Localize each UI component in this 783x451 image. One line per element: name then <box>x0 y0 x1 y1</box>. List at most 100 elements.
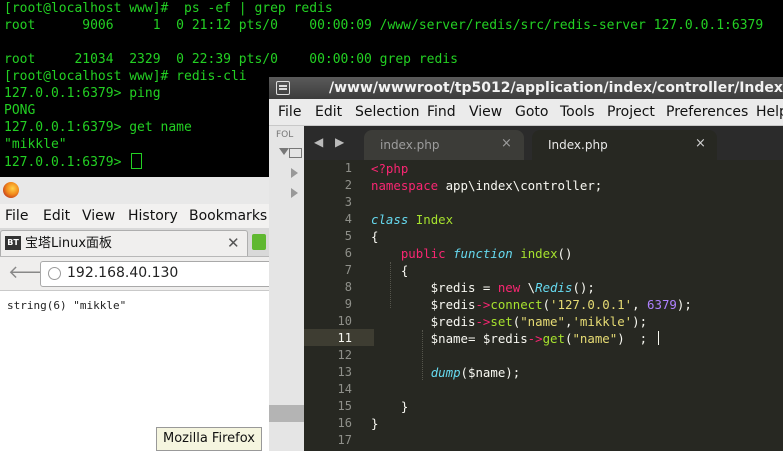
folder-collapsed-icon[interactable] <box>291 188 298 198</box>
line-number: 13 <box>337 365 352 379</box>
line-number: 11 <box>337 331 352 345</box>
code-token: } <box>371 416 379 431</box>
menu-view[interactable]: View <box>82 207 115 225</box>
terminal-line: "mikkle" <box>4 137 67 152</box>
tab-close-icon[interactable]: × <box>695 136 706 152</box>
second-tab-favicon-icon[interactable] <box>252 234 266 250</box>
line-number: 2 <box>344 178 352 192</box>
taskbar-tooltip: Mozilla Firefox <box>156 427 262 451</box>
tab-label: Index.php <box>548 138 608 152</box>
window-menu-icon[interactable] <box>276 81 290 95</box>
code-token: Index <box>415 212 454 227</box>
terminal-line: 127.0.0.1:6379> get name <box>4 120 192 135</box>
folder-expand-icon[interactable] <box>279 148 289 155</box>
terminal-line: [root@localhost www]# redis-cli <box>4 69 247 84</box>
menu-file[interactable]: File <box>5 207 28 225</box>
folder-collapsed-icon[interactable] <box>291 168 298 178</box>
sidebar-scrollbar[interactable] <box>269 405 304 422</box>
editor-tabbar: ◀ ▶ index.php × Index.php × <box>304 126 783 160</box>
tab-baota-panel[interactable]: BT 宝塔Linux面板 ✕ <box>0 230 248 256</box>
page-output-text: string(6) "mikkle" <box>7 299 127 312</box>
sublime-window[interactable]: /www/wwwroot/tp5012/application/index/co… <box>269 77 783 451</box>
globe-icon <box>48 267 61 280</box>
sb-menu-preferences[interactable]: Preferences <box>666 103 748 121</box>
url-bar[interactable]: 192.168.40.130 <box>40 261 282 287</box>
code-token: set <box>490 314 513 329</box>
code-token: (); <box>572 280 595 295</box>
line-number-gutter: 1 2 3 4 5 6 7 8 9 10 11 12 13 14 15 16 17 <box>304 160 366 451</box>
code-token: -> <box>527 331 543 346</box>
terminal-cursor <box>131 153 143 169</box>
tab-close-icon[interactable]: × <box>501 136 512 152</box>
line-number: 5 <box>344 229 352 243</box>
code-token: $redis <box>371 314 476 329</box>
sidebar[interactable]: FOL <box>269 126 305 451</box>
code-line: dump($name); <box>371 364 521 381</box>
code-line: $redis->connect('127.0.0.1', 6379); <box>371 296 692 313</box>
menu-bookmarks[interactable]: Bookmarks <box>189 207 267 225</box>
code-line: $redis->set("name",'mikkle'); <box>371 313 647 330</box>
tab-scroll-arrows-icon[interactable]: ◀ ▶ <box>314 135 348 149</box>
code-token: $name= $redis <box>371 331 528 346</box>
code-token: { <box>371 229 379 244</box>
code-token: 'mikkle' <box>572 314 633 329</box>
code-token: '127.0.0.1' <box>550 297 633 312</box>
code-token: -> <box>475 297 491 312</box>
line-number: 16 <box>337 416 352 430</box>
menu-history[interactable]: History <box>128 207 178 225</box>
code-token: , <box>632 297 648 312</box>
tab-index-php-lower[interactable]: index.php × <box>364 130 524 160</box>
code-token: <?php <box>371 161 409 176</box>
terminal-prompt: 127.0.0.1:6379> <box>4 155 130 170</box>
url-text: 192.168.40.130 <box>67 265 179 281</box>
code-token: app\index\controller; <box>438 178 603 193</box>
sublime-titlebar[interactable]: /www/wwwroot/tp5012/application/index/co… <box>269 77 783 99</box>
indent-guide <box>422 330 423 380</box>
code-token: index <box>520 246 558 261</box>
code-editor[interactable]: 1 2 3 4 5 6 7 8 9 10 11 12 13 14 15 16 17 <?php namespace… <box>304 160 783 451</box>
code-token: function <box>453 246 513 261</box>
code-token: ); <box>676 297 692 312</box>
firefox-window[interactable]: File Edit View History Bookmarks BT 宝塔Li… <box>0 177 282 451</box>
sb-menu-goto[interactable]: Goto <box>515 103 548 121</box>
sb-menu-help[interactable]: Help <box>756 103 783 121</box>
code-token: \ <box>520 280 536 295</box>
terminal-prompt-line[interactable]: 127.0.0.1:6379> <box>4 153 143 170</box>
sb-menu-tools[interactable]: Tools <box>560 103 595 121</box>
line-number: 7 <box>344 263 352 277</box>
sb-menu-view[interactable]: View <box>469 103 502 121</box>
line-number: 14 <box>337 382 352 396</box>
tab-title: 宝塔Linux面板 <box>25 236 113 251</box>
sublime-menubar: File Edit Selection Find View Goto Tools… <box>269 99 783 126</box>
code-token: class <box>371 212 409 227</box>
code-token: connect <box>490 297 543 312</box>
terminal-line: [root@localhost www]# ps -ef | grep redi… <box>4 1 333 16</box>
firefox-navbar: 🡐 192.168.40.130 <box>0 257 282 291</box>
code-line: namespace app\index\controller; <box>371 177 602 194</box>
sb-menu-project[interactable]: Project <box>607 103 655 121</box>
tab-index-php-active[interactable]: Index.php × <box>532 130 717 160</box>
code-line: { <box>371 228 378 245</box>
firefox-titlebar[interactable] <box>0 177 269 204</box>
sb-menu-edit[interactable]: Edit <box>315 103 342 121</box>
terminal-line: root 9006 1 0 21:12 pts/0 00:00:09 /www/… <box>4 18 764 33</box>
line-number: 6 <box>344 246 352 260</box>
code-token: new <box>497 280 521 295</box>
line-number: 4 <box>344 212 352 226</box>
sb-menu-find[interactable]: Find <box>427 103 456 121</box>
terminal-line: root 21034 2329 0 22:39 pts/0 00:00:00 g… <box>4 52 458 67</box>
code-line: public function index() <box>371 245 573 262</box>
firefox-tabstrip: BT 宝塔Linux面板 ✕ <box>0 228 269 257</box>
code-token: ( <box>542 297 551 312</box>
line-number: 10 <box>337 314 352 328</box>
sb-menu-file[interactable]: File <box>278 103 301 121</box>
code-token: -> <box>475 314 491 329</box>
tab-close-icon[interactable]: ✕ <box>227 235 240 252</box>
menu-edit[interactable]: Edit <box>43 207 70 225</box>
terminal-line: 127.0.0.1:6379> ping <box>4 86 161 101</box>
folder-icon <box>289 148 302 158</box>
sb-menu-selection[interactable]: Selection <box>355 103 420 121</box>
line-number: 17 <box>337 433 352 447</box>
